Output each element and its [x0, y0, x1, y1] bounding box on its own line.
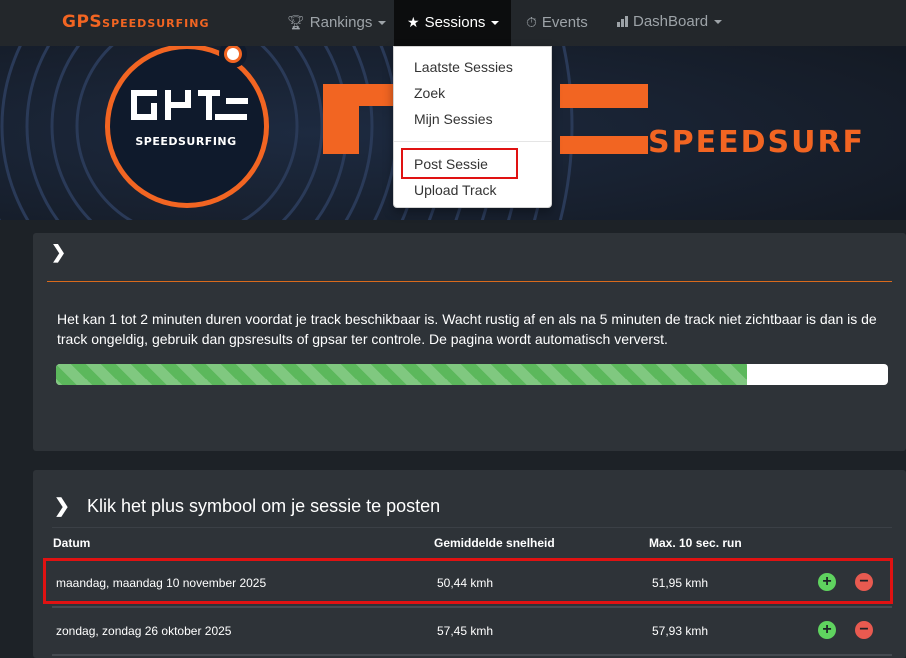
column-header-gemiddelde-snelheid: Gemiddelde snelheid: [434, 536, 555, 550]
caret-down-icon: [491, 21, 500, 26]
nav-dashboard[interactable]: DashBoard: [617, 0, 723, 46]
info-panel: ❯ Het kan 1 tot 2 minuten duren voordat …: [33, 233, 906, 451]
panel-title: Klik het plus symbool om je sessie te po…: [87, 496, 441, 516]
column-header-max-10-sec-run: Max. 10 sec. run: [649, 536, 742, 550]
chevron-right-icon: ❯: [54, 496, 70, 517]
star-icon: ★: [407, 14, 420, 30]
menu-item-laatste-sessies[interactable]: Laatste Sessies: [414, 59, 513, 75]
panel-divider: [47, 281, 892, 282]
cell-avg-speed: 57,45 kmh: [437, 624, 494, 638]
hero-banner-text: SPEEDSURF: [648, 125, 865, 160]
clock-icon: ⏱︎: [526, 14, 537, 30]
navbar: GPSSPEEDSURFING 🏆︎ Rankings ★ Sessions ⏱︎ E…: [0, 0, 906, 46]
plus-icon: +: [822, 621, 832, 638]
trophy-icon: 🏆︎: [287, 14, 305, 30]
minus-icon: −: [859, 621, 869, 638]
nav-events[interactable]: ⏱︎ Events: [526, 0, 588, 46]
menu-divider: [394, 141, 551, 142]
menu-item-mijn-sessies[interactable]: Mijn Sessies: [414, 111, 493, 127]
nav-sessions[interactable]: ★ Sessions: [394, 0, 511, 46]
table-row-divider: [52, 654, 892, 656]
hero-logo-text: SPEEDSURFING: [135, 135, 236, 148]
cell-date: zondag, zondag 26 oktober 2025: [56, 624, 232, 638]
caret-down-icon: [378, 21, 387, 26]
cell-max-speed: 57,93 kmh: [652, 624, 709, 638]
sessions-panel: ❯ Klik het plus symbool om je sessie te …: [33, 470, 906, 658]
bar-chart-icon: [617, 16, 628, 27]
column-header-datum: Datum: [53, 536, 91, 550]
brand-logo[interactable]: GPSSPEEDSURFING: [62, 12, 209, 32]
sessions-table: Datum Gemiddelde snelheid Max. 10 sec. r…: [52, 527, 892, 656]
menu-item-zoek[interactable]: Zoek: [414, 85, 445, 101]
menu-item-upload-track[interactable]: Upload Track: [414, 182, 496, 198]
caret-down-icon: [714, 20, 723, 25]
sessions-dropdown-menu: Laatste Sessies Zoek Mijn Sessies Post S…: [393, 46, 552, 208]
remove-session-button[interactable]: −: [855, 621, 873, 639]
menu-item-post-sessie[interactable]: Post Sessie: [414, 156, 488, 172]
highlight-box: [43, 558, 893, 604]
info-message: Het kan 1 tot 2 minuten duren voordat je…: [57, 311, 877, 347]
progress-bar: [56, 364, 888, 385]
progress-fill: [56, 364, 747, 385]
chevron-right-icon[interactable]: ❯: [51, 242, 66, 263]
add-session-button[interactable]: +: [818, 621, 836, 639]
nav-rankings[interactable]: 🏆︎ Rankings: [287, 0, 387, 46]
table-row: zondag, zondag 26 oktober 2025 57,45 kmh…: [52, 606, 892, 654]
